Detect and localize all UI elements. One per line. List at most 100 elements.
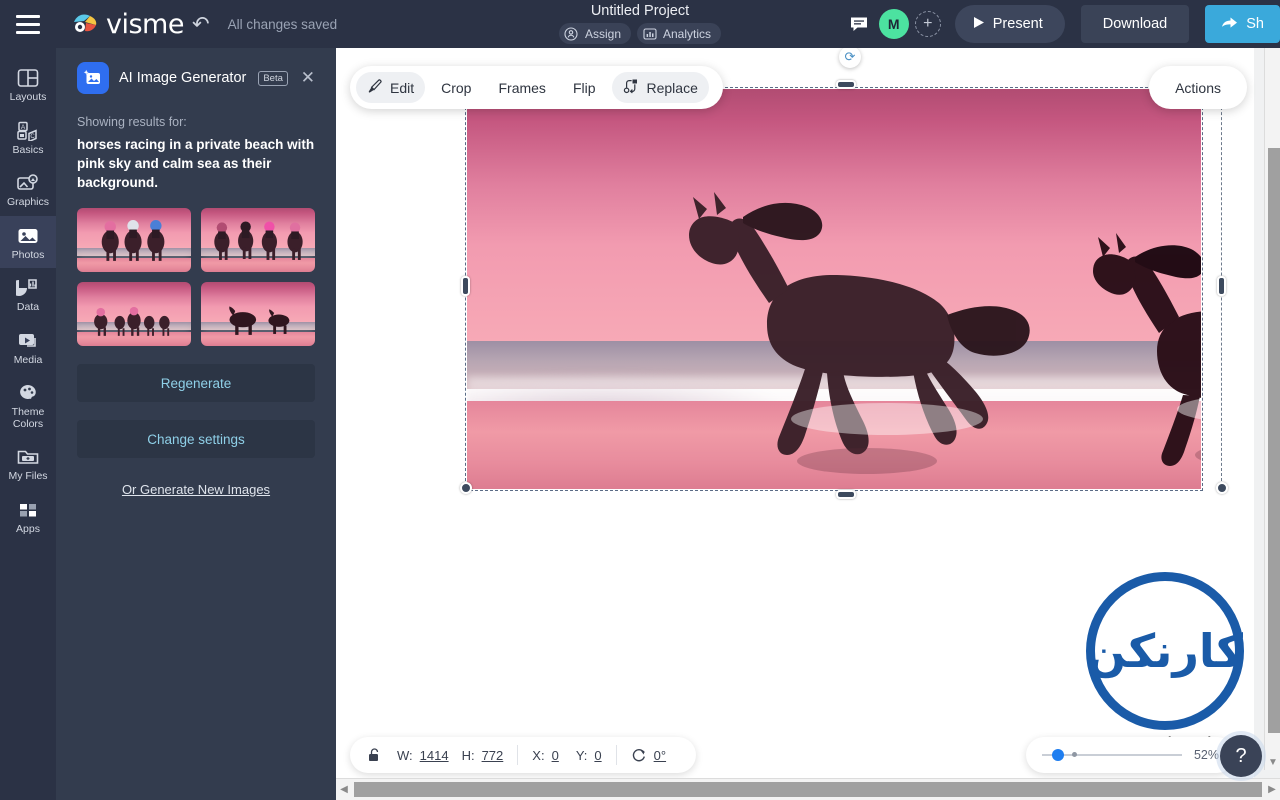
layouts-icon xyxy=(16,67,40,89)
generate-new-images-link[interactable]: Or Generate New Images xyxy=(77,482,315,497)
add-collaborator-button[interactable]: + xyxy=(914,11,941,37)
share-label: Sh xyxy=(1246,16,1264,32)
graphics-icon xyxy=(16,172,40,194)
artboard[interactable]: ⟳ xyxy=(336,48,1254,788)
resize-handle-bottom-left[interactable] xyxy=(460,482,472,494)
toolbar-flip-label: Flip xyxy=(572,79,596,96)
change-settings-button[interactable]: Change settings xyxy=(77,420,315,458)
resize-handle-right[interactable] xyxy=(1217,276,1226,296)
sidebar-item-photos[interactable]: Photos xyxy=(0,215,56,268)
resize-handle-top[interactable] xyxy=(836,80,856,89)
page-title[interactable]: Untitled Project xyxy=(591,3,689,19)
ai-image-icon xyxy=(77,62,109,94)
zoom-slider[interactable] xyxy=(1041,749,1182,761)
width-label: W: xyxy=(397,747,413,763)
toolbar-replace-label: Replace xyxy=(646,79,698,96)
header-actions: M + Present Download Sh xyxy=(849,5,1280,43)
download-button[interactable]: Download xyxy=(1080,5,1190,43)
toolbar-edit-label: Edit xyxy=(390,79,415,96)
zoom-slider-tick xyxy=(1071,752,1077,757)
avatar[interactable]: M xyxy=(878,9,909,39)
zoom-slider-knob[interactable] xyxy=(1051,749,1064,761)
top-bar: visme ↶ All changes saved Untitled Proje… xyxy=(0,0,1280,48)
zoom-control: 52% xyxy=(1025,737,1235,773)
analytics-button[interactable]: Analytics xyxy=(637,23,722,44)
selected-image[interactable] xyxy=(467,89,1201,489)
resize-handle-bottom[interactable] xyxy=(836,490,856,499)
sidebar-item-basics[interactable]: AC Basics xyxy=(0,111,56,164)
result-thumbnail[interactable] xyxy=(201,282,315,346)
horizontal-scrollbar-thumb[interactable] xyxy=(354,782,1262,797)
vertical-scrollbar-thumb[interactable] xyxy=(1268,148,1280,733)
result-thumbnail[interactable] xyxy=(77,282,191,346)
chevron-down-icon[interactable]: ▼ xyxy=(1265,754,1280,770)
sidebar-item-apps[interactable]: Apps xyxy=(0,490,56,543)
photos-icon xyxy=(16,225,40,247)
sidebar-item-layouts[interactable]: Layouts xyxy=(0,58,56,111)
width-value[interactable]: 1414 xyxy=(420,748,449,763)
undo-icon[interactable]: ↶ xyxy=(192,12,210,37)
apps-icon xyxy=(16,499,40,521)
vertical-scrollbar[interactable]: ▼ xyxy=(1264,48,1280,770)
toolbar-frames-button[interactable]: Frames xyxy=(487,72,556,103)
position-group: X: 0 Y: 0 xyxy=(518,748,615,763)
chevron-left-icon[interactable]: ◀ xyxy=(336,784,352,795)
status-bar: W: 1414 H: 772 X: 0 Y: 0 0° xyxy=(350,737,697,773)
resize-handle-bottom-right[interactable] xyxy=(1216,482,1228,494)
resize-handle-left[interactable] xyxy=(461,276,470,296)
visme-logo-icon xyxy=(72,13,98,35)
share-button[interactable]: Sh xyxy=(1205,5,1280,43)
play-icon xyxy=(973,16,985,33)
canvas-area[interactable]: ⟳ Edit Crop Frames Flip Replace Actions … xyxy=(336,48,1280,800)
close-icon[interactable]: ✕ xyxy=(301,68,315,88)
analytics-label: Analytics xyxy=(663,26,712,41)
ai-image-generator-panel: AI Image Generator Beta ✕ Showing result… xyxy=(56,48,336,800)
x-label: X: xyxy=(532,747,545,763)
sidebar-item-label: Photos xyxy=(11,248,45,261)
toolbar-flip-button[interactable]: Flip xyxy=(562,72,607,103)
y-value[interactable]: 0 xyxy=(594,748,601,763)
toolbar-replace-button[interactable]: Replace xyxy=(611,72,709,103)
present-label: Present xyxy=(992,16,1043,32)
result-thumbnail[interactable] xyxy=(77,208,191,272)
toolbar-crop-button[interactable]: Crop xyxy=(430,72,482,103)
chart-icon xyxy=(642,26,657,41)
rotate-handle[interactable]: ⟳ xyxy=(839,48,861,68)
rotate-icon[interactable] xyxy=(631,747,647,763)
x-value[interactable]: 0 xyxy=(552,748,559,763)
sidebar-item-graphics[interactable]: Graphics xyxy=(0,163,56,216)
svg-text:C: C xyxy=(30,134,35,140)
assign-button[interactable]: Assign xyxy=(558,23,631,44)
sidebar-item-media[interactable]: Media xyxy=(0,321,56,374)
toolbar-edit-button[interactable]: Edit xyxy=(356,72,426,103)
sidebar-item-label: Data xyxy=(16,301,40,313)
sidebar-item-theme-colors[interactable]: Theme Colors xyxy=(0,373,56,437)
toolbar-frames-label: Frames xyxy=(498,79,546,96)
hamburger-icon[interactable] xyxy=(0,0,56,48)
showing-results-label: Showing results for: xyxy=(77,115,187,129)
person-icon xyxy=(564,26,579,41)
comment-icon[interactable] xyxy=(849,14,869,34)
change-settings-label: Change settings xyxy=(147,431,245,447)
regenerate-button[interactable]: Regenerate xyxy=(77,364,315,402)
lock-icon[interactable] xyxy=(366,747,383,763)
result-thumbnail[interactable] xyxy=(201,208,315,272)
share-icon xyxy=(1221,15,1238,34)
panel-header: AI Image Generator Beta ✕ xyxy=(77,48,315,108)
rotation-value[interactable]: 0° xyxy=(654,748,666,763)
actions-button[interactable]: Actions xyxy=(1149,66,1247,109)
y-label: Y: xyxy=(575,747,588,763)
help-button[interactable]: ? xyxy=(1220,735,1262,777)
zoom-percent: 52% xyxy=(1193,748,1219,762)
height-value[interactable]: 772 xyxy=(482,748,504,763)
brand-logo[interactable]: visme xyxy=(72,9,184,40)
chevron-right-icon[interactable]: ▶ xyxy=(1264,784,1280,795)
replace-icon xyxy=(623,78,640,98)
horizontal-scrollbar[interactable]: ◀ ▶ xyxy=(336,778,1280,800)
sidebar-item-data[interactable]: Data xyxy=(0,268,56,321)
sidebar-item-my-files[interactable]: My Files xyxy=(0,437,56,490)
present-button[interactable]: Present xyxy=(954,5,1065,43)
left-sidebar: Layouts AC Basics Graphics Photos Data M… xyxy=(0,48,56,800)
basics-icon: AC xyxy=(16,120,40,142)
height-label: H: xyxy=(461,747,475,763)
